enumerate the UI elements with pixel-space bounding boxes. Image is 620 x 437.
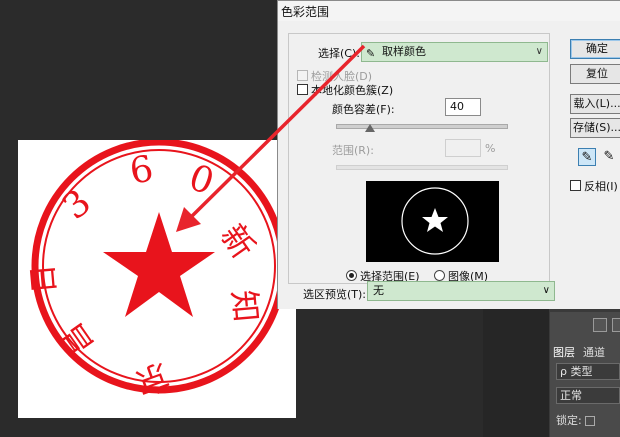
invert-label: 反相(I)	[584, 180, 618, 193]
chevron-down-icon: ∨	[535, 46, 543, 57]
range-input	[445, 139, 481, 157]
stamp-char-ri: 日	[26, 262, 63, 295]
reset-button[interactable]: 复位	[570, 64, 620, 84]
eyedropper-icon: ✎	[366, 47, 376, 60]
stamp-char-6: 6	[127, 148, 157, 192]
layer-kind-filter[interactable]: ρ 类型	[556, 363, 620, 380]
tab-channels[interactable]: 通道	[583, 344, 605, 360]
panel-toggle-icon[interactable]	[593, 318, 607, 332]
stamp-char-0: 0	[184, 157, 220, 203]
panel-toggle-icon-2[interactable]	[612, 318, 620, 332]
fuzziness-label: 颜色容差(F):	[332, 103, 395, 116]
select-dropdown-value: 取样颜色	[382, 45, 426, 58]
tab-layers[interactable]: 图层	[553, 344, 575, 360]
invert-checkbox[interactable]	[570, 180, 581, 191]
range-percent: %	[485, 142, 496, 155]
save-button[interactable]: 存储(S)...	[570, 118, 620, 138]
options-group: 选择(C): ✎ 取样颜色 ∨ 检测人脸(D) 本地化颜色簇(Z) 颜色容差(F…	[288, 33, 550, 284]
chevron-down-icon: ∨	[542, 285, 550, 296]
stamp-char-jing: 京	[131, 356, 174, 403]
load-button[interactable]: 载入(L)...	[570, 94, 620, 114]
selection-preview-label: 选区预览(T):	[303, 288, 367, 301]
image-radio[interactable]	[434, 270, 445, 281]
blend-mode-select[interactable]: 正常	[556, 387, 620, 404]
selection-preview-dropdown[interactable]: 无 ∨	[367, 281, 555, 301]
red-stamp-image: 3 6 0 新 知 京 昌 日	[26, 140, 287, 403]
document-canvas[interactable]: 3 6 0 新 知 京 昌 日	[18, 140, 296, 418]
lock-row: 锁定:	[556, 412, 595, 428]
selection-radio[interactable]	[346, 270, 357, 281]
dialog-body: 选择(C): ✎ 取样颜色 ∨ 检测人脸(D) 本地化颜色簇(Z) 颜色容差(F…	[278, 21, 620, 309]
stamp-char-xin: 新	[213, 217, 262, 265]
fuzziness-input[interactable]: 40	[445, 98, 481, 116]
select-dropdown[interactable]: ✎ 取样颜色 ∨	[361, 42, 548, 62]
color-range-dialog: 色彩范围 选择(C): ✎ 取样颜色 ∨ 检测人脸(D) 本地化颜色簇(Z) 颜…	[277, 0, 620, 309]
add-to-sample-icon[interactable]: ✎	[600, 148, 618, 166]
layers-tab-bar: 图层 通道	[553, 344, 620, 360]
range-slider	[336, 165, 508, 170]
stamp-char-chang: 昌	[55, 317, 101, 362]
dialog-title: 色彩范围	[281, 5, 330, 19]
dock-gap	[483, 300, 549, 437]
ok-button[interactable]: 确定	[570, 39, 620, 59]
eyedropper-tool-icon[interactable]: ✎	[578, 148, 596, 166]
stamp-char-zhi: 知	[225, 288, 266, 323]
range-label: 范围(R):	[332, 144, 374, 157]
preview-image	[401, 187, 469, 255]
localized-clusters-checkbox[interactable]	[297, 84, 308, 95]
selection-preview	[366, 181, 499, 262]
lock-pixels-icon[interactable]	[584, 416, 595, 426]
selection-preview-value: 无	[373, 284, 384, 297]
dialog-titlebar[interactable]: 色彩范围	[278, 1, 620, 21]
detect-faces-checkbox[interactable]	[297, 70, 308, 81]
stamp-star	[103, 212, 215, 317]
fuzziness-slider-thumb[interactable]	[365, 124, 375, 132]
photoshop-workspace: 3 6 0 新 知 京 昌 日 图层 通道 ρ 类型 正常 锁定: 色彩范围 选…	[0, 0, 620, 437]
localized-clusters-label: 本地化颜色簇(Z)	[311, 84, 394, 97]
select-label: 选择(C):	[318, 47, 360, 60]
fuzziness-slider[interactable]	[336, 124, 508, 129]
lock-label: 锁定:	[556, 414, 582, 427]
